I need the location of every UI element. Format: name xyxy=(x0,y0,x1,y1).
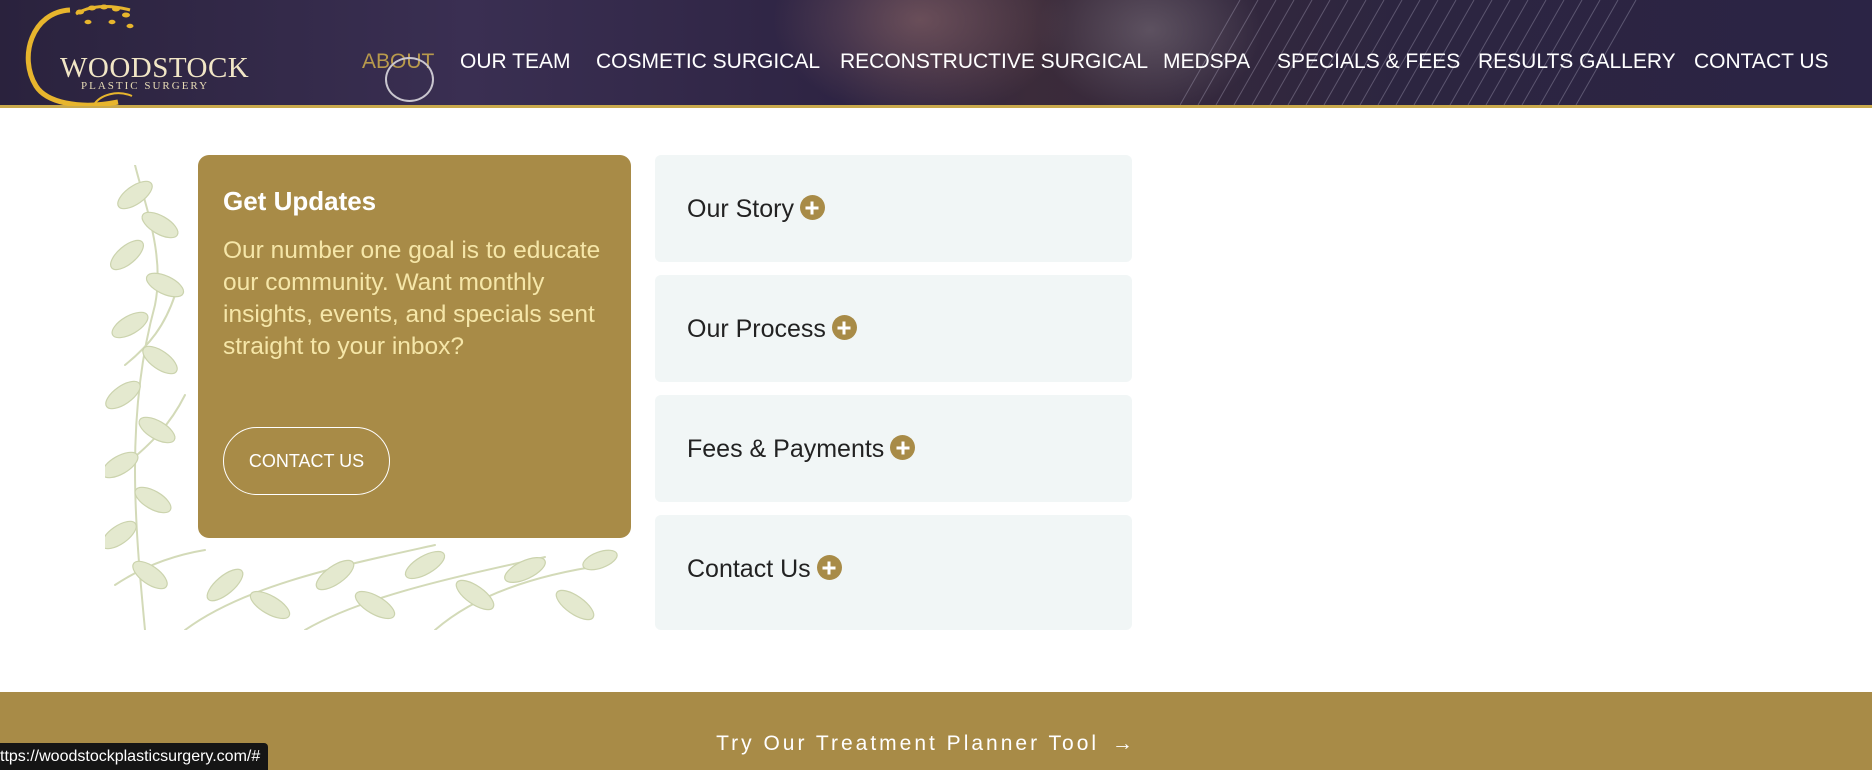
updates-title: Get Updates xyxy=(223,186,377,216)
accordion-label: Contact Us xyxy=(687,555,811,583)
plus-circle-icon xyxy=(831,315,857,340)
nav-item-cosmetic-surgical[interactable]: COSMETIC SURGICAL xyxy=(596,50,820,74)
accordion-label: Fees & Payments xyxy=(687,435,885,463)
nav-item-medspa[interactable]: MEDSPA xyxy=(1163,50,1250,74)
site-header: WOODSTOCK PLASTIC SURGERY ABOUT OUR TEAM… xyxy=(0,0,1872,108)
accordion-item-our-story[interactable]: Our Story xyxy=(655,155,1132,262)
plus-circle-icon xyxy=(799,195,825,220)
accordion-item-fees-payments[interactable]: Fees & Payments xyxy=(655,395,1132,502)
accordion-header: Fees & Payments xyxy=(687,435,916,464)
accordion-item-contact-us[interactable]: Contact Us xyxy=(655,515,1132,630)
treatment-planner-band: Try Our Treatment Planner Tool → xyxy=(0,692,1872,770)
accordion-item-our-process[interactable]: Our Process xyxy=(655,275,1132,382)
treatment-planner-link[interactable]: Try Our Treatment Planner Tool → xyxy=(0,732,1852,756)
nav-item-reconstructive-surgical[interactable]: RECONSTRUCTIVE SURGICAL xyxy=(840,50,1148,74)
accordion-label: Our Story xyxy=(687,195,794,223)
cursor-ring-icon xyxy=(385,57,434,102)
accordion-label: Our Process xyxy=(687,315,826,343)
contact-us-button[interactable]: CONTACT US xyxy=(223,427,390,495)
get-updates-card: Get Updates Our number one goal is to ed… xyxy=(198,155,631,538)
plus-circle-icon xyxy=(890,435,916,460)
nav-item-results-gallery[interactable]: RESULTS GALLERY xyxy=(1478,50,1676,74)
nav-item-specials-fees[interactable]: SPECIALS & FEES xyxy=(1277,50,1460,74)
brand-subtitle: PLASTIC SURGERY xyxy=(81,80,210,92)
treatment-planner-label: Try Our Treatment Planner Tool xyxy=(716,732,1100,755)
accordion-header: Our Story xyxy=(687,195,825,224)
browser-status-url: ttps://woodstockplasticsurgery.com/# xyxy=(0,743,269,770)
accordion-header: Contact Us xyxy=(687,555,842,584)
nav-item-our-team[interactable]: OUR TEAM xyxy=(460,50,570,74)
accordion-header: Our Process xyxy=(687,315,857,344)
plus-circle-icon xyxy=(816,555,842,580)
nav-item-contact-us[interactable]: CONTACT US xyxy=(1694,50,1829,74)
arrow-right-icon: → xyxy=(1111,732,1136,755)
main-nav: ABOUT OUR TEAM COSMETIC SURGICAL RECONST… xyxy=(0,50,1872,80)
updates-description: Our number one goal is to educate our co… xyxy=(223,237,601,360)
